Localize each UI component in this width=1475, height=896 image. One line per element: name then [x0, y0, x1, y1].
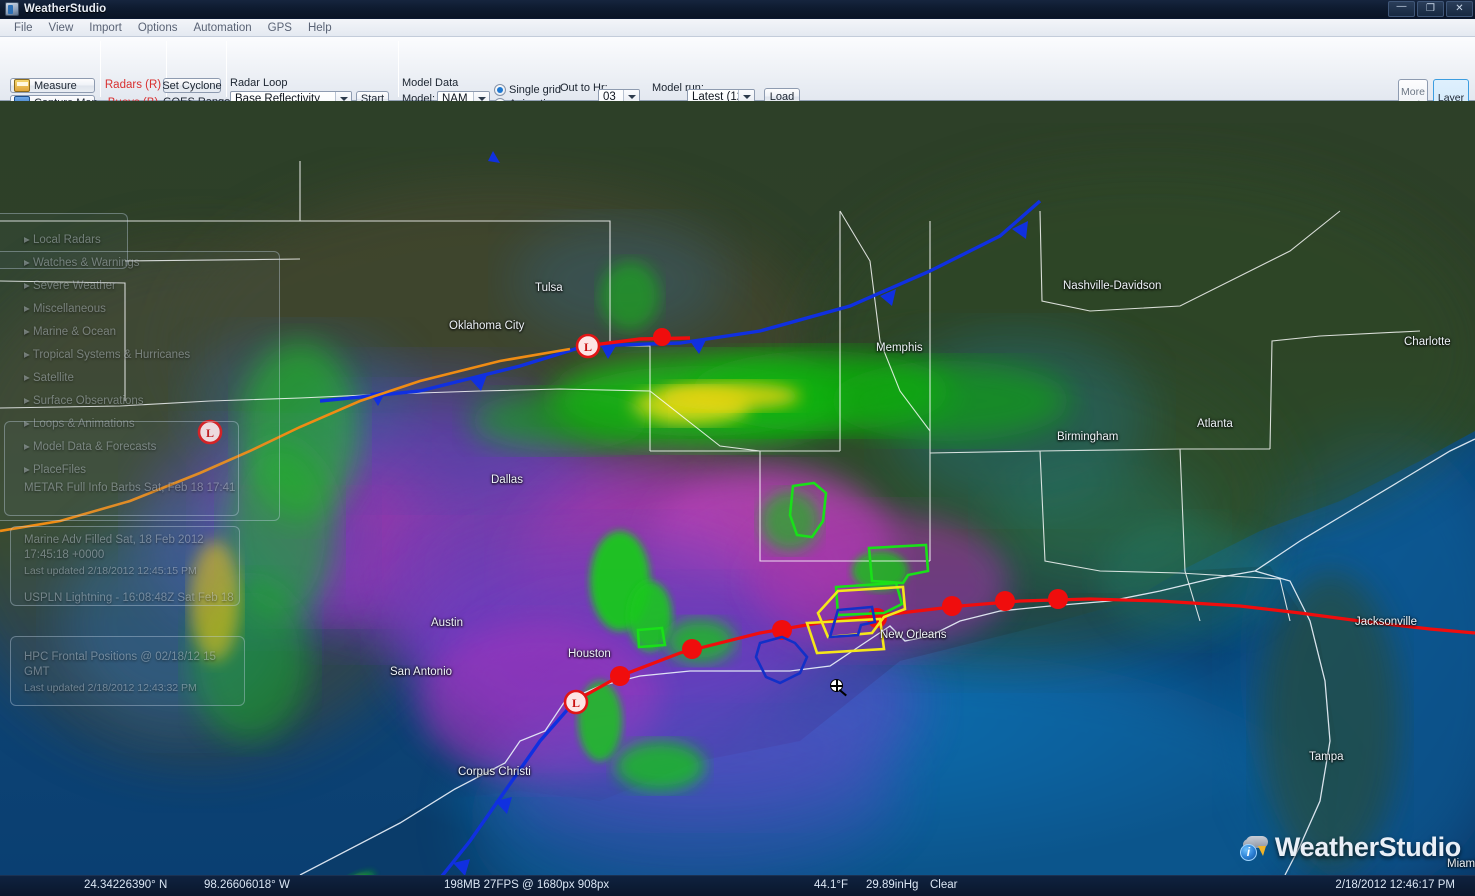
- layer-tree-item[interactable]: ▸ Tropical Systems & Hurricanes: [24, 347, 190, 361]
- weatherstudio-window: WeatherStudio — ❐ ✕ File View Import Opt…: [0, 0, 1475, 896]
- radio-on-icon: [494, 84, 506, 96]
- city-label: Corpus Christi: [458, 766, 531, 778]
- maximize-icon: ❐: [1426, 3, 1435, 14]
- svg-text:L: L: [584, 340, 592, 354]
- conditions-readout: Clear: [930, 879, 957, 891]
- layer-tree-item[interactable]: ▸ Miscellaneous: [24, 301, 106, 315]
- single-grid-label: Single grid: [509, 84, 561, 96]
- layer-tree-item[interactable]: ▸ Watches & Warnings: [24, 255, 139, 269]
- weatherstudio-logo: i WeatherStudio: [1240, 832, 1461, 863]
- toolbar: Measure Capture Map Clear Map Radars (R)…: [0, 37, 1475, 101]
- window-controls: — ❐ ✕: [1388, 1, 1473, 17]
- title-bar: WeatherStudio — ❐ ✕: [0, 0, 1475, 19]
- city-label: Austin: [431, 617, 463, 629]
- layer-tree-item[interactable]: ▸ Severe Weather: [24, 278, 116, 292]
- city-label: Oklahoma City: [449, 320, 524, 332]
- close-icon: ✕: [1455, 3, 1463, 14]
- model-data-group-label: Model Data: [402, 77, 458, 89]
- maximize-button[interactable]: ❐: [1417, 1, 1444, 17]
- close-button[interactable]: ✕: [1446, 1, 1473, 17]
- more-tools-line1: More: [1401, 86, 1425, 99]
- measure-button[interactable]: Measure: [10, 78, 95, 93]
- city-label: Dallas: [491, 474, 523, 486]
- layer-tree-item[interactable]: ▸ Satellite: [24, 370, 74, 384]
- city-label: Birmingham: [1057, 431, 1118, 443]
- layer-tree-item[interactable]: ▸ Local Radars: [24, 232, 101, 246]
- menu-item-import[interactable]: Import: [81, 21, 130, 35]
- city-label: Jacksonville: [1355, 616, 1417, 628]
- measure-icon: [14, 79, 30, 92]
- city-label: Houston: [568, 648, 611, 660]
- layer-tree-item[interactable]: ▸ Loops & Animations: [24, 416, 135, 430]
- layer-tree-item[interactable]: ▸ Surface Observations: [24, 393, 144, 407]
- city-label: Nashville-Davidson: [1063, 280, 1161, 292]
- overlay-status-title: Marine Adv Filled Sat, 18 Feb 2012 17:45…: [24, 533, 244, 563]
- layer-tree-item[interactable]: ▸ PlaceFiles: [24, 462, 86, 476]
- overlay-status-title: HPC Frontal Positions @ 02/18/12 15 GMT: [24, 650, 244, 680]
- longitude-readout: 98.26606018° W: [204, 879, 290, 891]
- city-label: Charlotte: [1404, 336, 1451, 348]
- status-bar: 24.34226390° N 98.26606018° W 198MB 27FP…: [0, 875, 1475, 896]
- svg-text:L: L: [572, 696, 580, 710]
- window-title: WeatherStudio: [24, 3, 106, 15]
- layer-tree-item[interactable]: ▸ Marine & Ocean: [24, 324, 116, 338]
- city-label: Memphis: [876, 342, 923, 354]
- menu-item-options[interactable]: Options: [130, 21, 186, 35]
- out-to-hr-label: Out to Hr:: [560, 82, 594, 94]
- app-icon: [5, 2, 19, 16]
- city-label: New Orleans: [880, 629, 946, 641]
- overlay-status-subtitle: Last updated 2/18/2012 12:43:32 PM: [24, 682, 197, 694]
- crosshair-cursor: [830, 679, 848, 697]
- menu-bar: File View Import Options Automation GPS …: [0, 19, 1475, 37]
- logo-text: WeatherStudio: [1275, 832, 1461, 863]
- minimize-icon: —: [1397, 0, 1407, 14]
- city-label: Tampa: [1309, 751, 1344, 763]
- menu-item-file[interactable]: File: [6, 21, 41, 35]
- overlay-status-subtitle: Last updated 2/18/2012 12:45:15 PM: [24, 565, 197, 577]
- datetime-readout: 2/18/2012 12:46:17 PM: [1335, 879, 1455, 891]
- performance-readout: 198MB 27FPS @ 1680px 908px: [444, 879, 609, 891]
- radar-loop-group-label: Radar Loop: [230, 77, 288, 89]
- latitude-readout: 24.34226390° N: [84, 879, 167, 891]
- temperature-readout: 44.1°F: [814, 879, 848, 891]
- model-run-label: Model run:: [652, 82, 686, 94]
- minimize-button[interactable]: —: [1388, 1, 1415, 17]
- menu-item-help[interactable]: Help: [300, 21, 340, 35]
- city-label: Atlanta: [1197, 418, 1233, 430]
- radars-link[interactable]: Radars (R): [102, 79, 164, 91]
- single-grid-radio[interactable]: Single grid: [494, 84, 561, 96]
- map-canvas[interactable]: L L L ▸ Local Radars▸ Wa: [0, 101, 1475, 875]
- city-label: San Antonio: [390, 666, 452, 678]
- pressure-readout: 29.89inHg: [866, 879, 918, 891]
- measure-label: Measure: [34, 80, 77, 92]
- menu-item-gps[interactable]: GPS: [260, 21, 300, 35]
- overlay-status-title: METAR Full Info Barbs Sat, Feb 18 17:41: [24, 481, 244, 496]
- city-label: Tulsa: [535, 282, 563, 294]
- cloud-lightning-icon: i: [1240, 835, 1270, 861]
- set-cyclone-button[interactable]: Set Cyclone: [163, 78, 221, 93]
- menu-item-automation[interactable]: Automation: [185, 21, 259, 35]
- menu-item-view[interactable]: View: [41, 21, 82, 35]
- info-badge: i: [1240, 844, 1257, 861]
- overlay-status-title: USPLN Lightning - 16:08:48Z Sat Feb 18: [24, 591, 244, 606]
- layer-tree-item[interactable]: ▸ Model Data & Forecasts: [24, 439, 156, 453]
